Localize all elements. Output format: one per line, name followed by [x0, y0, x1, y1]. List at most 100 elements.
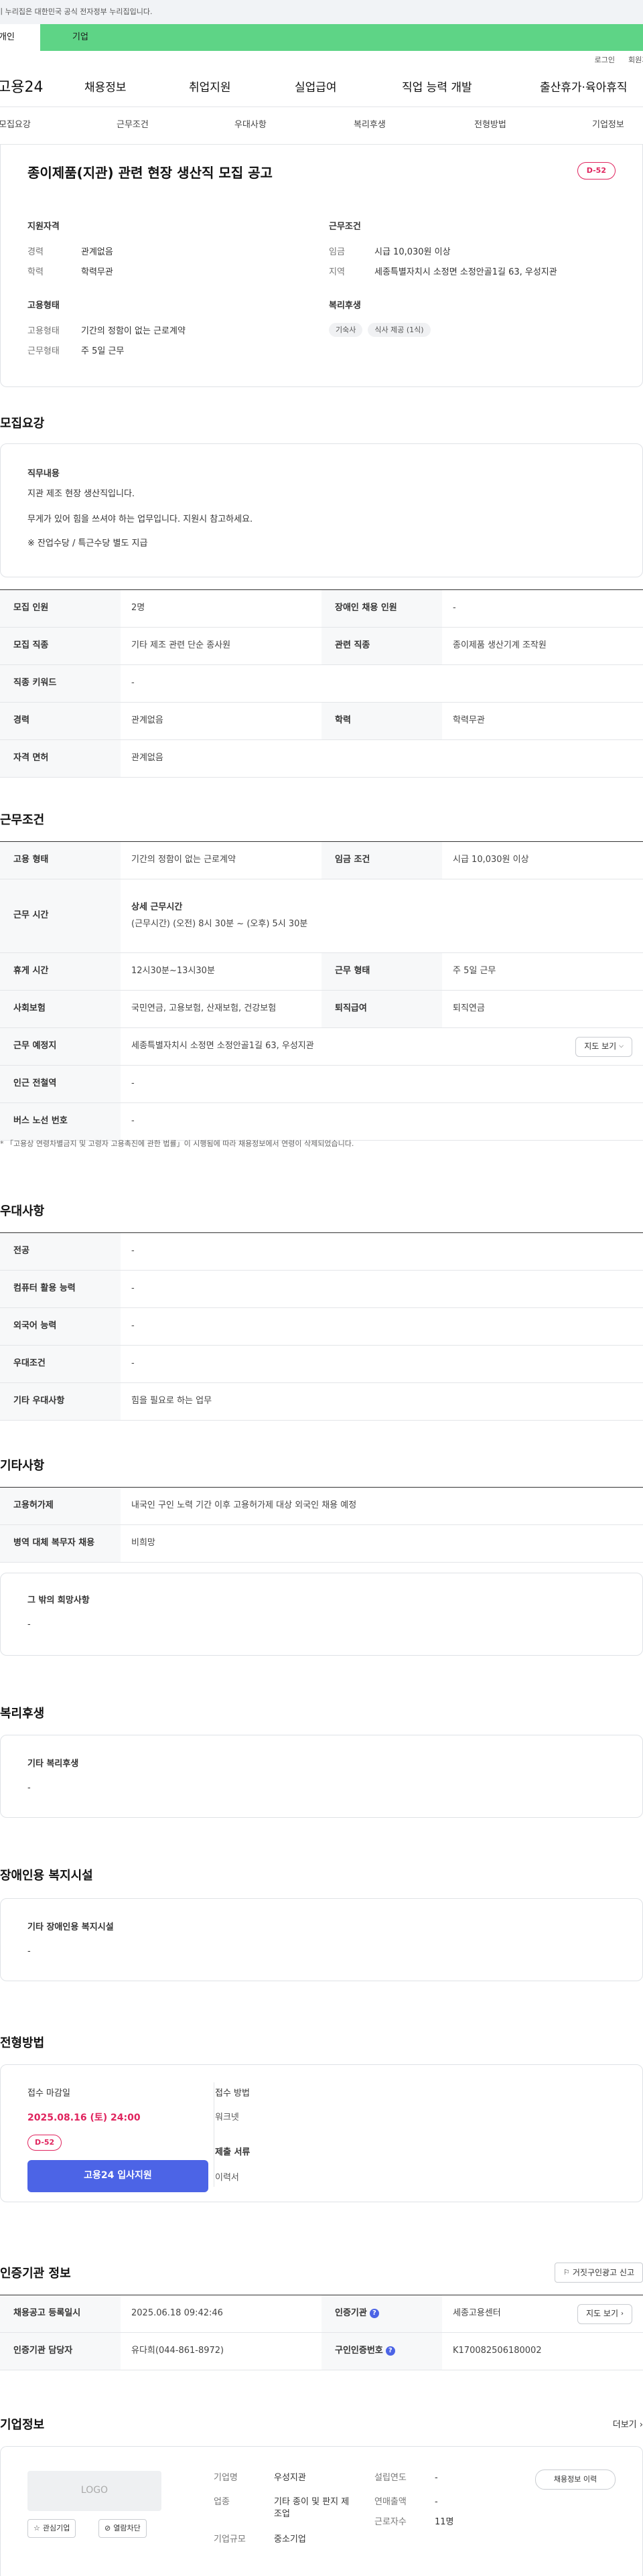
gnb-item-unemployment[interactable]: 실업급여 [295, 80, 402, 96]
welfare-chip: 기숙사 [329, 323, 363, 338]
hiring-history-label: 채용정보 이력 [553, 2475, 597, 2484]
block-view-button[interactable]: ⊘ 열람차단 [98, 2519, 147, 2538]
qual-label-career: 경력 [27, 247, 44, 257]
company-industry-value: 기타 종이 및 판지 제조업 [274, 2497, 350, 2520]
work-insurance-label: 사회보험 [0, 990, 121, 1028]
emp-label-shift: 근무형태 [27, 346, 60, 356]
welfare-chips: 기숙사 식사 제공 (1식) [329, 323, 431, 338]
cert-mgr-value: 유다희(044-861-8972) [121, 2332, 322, 2370]
work-shift-value: 주 5일 근무 [442, 952, 643, 991]
gnb-item-jobs[interactable]: 채용정보 [84, 80, 189, 96]
recruit-headcount-value: 2명 [121, 589, 322, 628]
company-more-link[interactable]: 더보기 › [613, 2419, 643, 2431]
company-info-col2: 설립연도 - 연매출액 - 근로자수 11명 [374, 2472, 454, 2536]
work-hours-subtitle: 상세 근무시간 [131, 902, 183, 913]
recruit-disabled-label: 장애인 채용 인원 [322, 589, 442, 628]
company-est-value: - [435, 2473, 438, 2483]
company-name-value: 우성지관 [274, 2473, 306, 2483]
cert-org-label: 인증기관 [335, 2308, 367, 2319]
method-value: 워크넷 [215, 2113, 239, 2123]
signup-link[interactable]: 회원가입 [628, 55, 643, 65]
recruit-job-value: 기타 제조 관련 단순 종사원 [121, 627, 322, 665]
site-logo-text: 고용24 [0, 79, 44, 96]
apply-button[interactable]: 고용24 입사지원 [27, 2160, 208, 2192]
welfare-box-value: - [27, 1783, 31, 1793]
duty-line: 지관 제조 현장 생산직입니다. [27, 489, 135, 499]
recruit-related-label: 관련 직종 [322, 627, 442, 665]
pref-value: 힘을 필요로 하는 업무 [121, 1382, 643, 1421]
pref-table: 전공 - 컴퓨터 활용 능력 - 외국어 능력 - 우대조건 - 기타 우대사항 힘을 필… [0, 1232, 643, 1421]
job-title: 종이제품(지관) 관련 현장 생산직 모집 공고 [27, 165, 273, 181]
utility-links: 로그인 회원가입 [0, 51, 643, 70]
pref-label: 우대조건 [0, 1345, 121, 1383]
employment-heading: 고용형태 [27, 301, 60, 311]
selection-card: 접수 마감일 2025.08.16 (토) 24:00 D-52 고용24 입사… [0, 2064, 643, 2202]
table-row: 병역 대체 복무자 채용 비희망 [0, 1524, 643, 1563]
subnav-item-conditions[interactable]: 근무조건 [117, 119, 234, 131]
site-logo[interactable]: 고용24 [0, 78, 84, 98]
table-row: 고용허가제 내국인 구인 노력 기간 이후 고용허가제 대상 외국인 채용 예정 [0, 1487, 643, 1525]
map-button-label: 지도 보기 [584, 1042, 617, 1052]
company-sales-value: - [435, 2497, 438, 2507]
work-retire-label: 퇴직급여 [322, 990, 442, 1028]
subnav-item-recruit[interactable]: 모집요강 [0, 119, 117, 131]
etc-table: 고용허가제 내국인 구인 노력 기간 이후 고용허가제 대상 외국인 채용 예정 … [0, 1487, 643, 1563]
deadline-value: 2025.08.16 (토) 24:00 [27, 2113, 141, 2123]
hiring-history-button[interactable]: 채용정보 이력 [535, 2470, 616, 2490]
method-label: 접수 방법 [215, 2088, 250, 2098]
other-wishes-card: 그 밖의 희망사항 - [0, 1573, 643, 1656]
gnb-item-employment-support[interactable]: 취업지원 [189, 80, 295, 96]
favorite-company-button[interactable]: ☆ 관심기업 [27, 2519, 76, 2538]
chevron-right-icon: › [639, 2420, 643, 2430]
subnav-item-selection[interactable]: 전형방법 [474, 119, 592, 131]
cert-map-button[interactable]: 지도 보기 › [577, 2303, 632, 2324]
recruit-license-label: 자격 면허 [0, 739, 121, 778]
work-bus-label: 버스 노선 번호 [0, 1102, 121, 1141]
recruit-keyword-label: 직종 키워드 [0, 664, 121, 703]
recruit-keyword-value: - [121, 664, 643, 703]
tab-individual[interactable]: 개인 [0, 24, 40, 51]
dday-badge: D-52 [577, 162, 616, 180]
login-link[interactable]: 로그인 [595, 55, 615, 65]
company-card: LOGO ☆ 관심기업 ⊘ 열람차단 기업명 우성지관 업종 기타 종이 및 판지 제조… [0, 2446, 643, 2576]
docs-label: 제출 서류 [215, 2147, 251, 2157]
table-row: 외국어 능력 - [0, 1307, 643, 1346]
cert-org-value: 세종고용센터 [453, 2308, 501, 2319]
qualification-heading: 지원자격 [27, 222, 60, 232]
pref-label: 기타 우대사항 [0, 1382, 121, 1421]
conditions-list: 임금 시급 10,030원 이상 지역 세종특별자치시 소정면 소정안골1길 63,… [329, 246, 557, 287]
map-button[interactable]: 지도 보기 ⌵ [575, 1036, 632, 1057]
info-icon[interactable]: ? [385, 2346, 395, 2356]
work-place-value: 세종특별자치시 소정면 소정안골1길 63, 우성지관 [131, 1041, 314, 1052]
recruit-disabled-value: - [442, 589, 643, 628]
gnb-item-training[interactable]: 직업 능력 개발 [402, 80, 540, 96]
subnav-item-company[interactable]: 기업정보 [592, 119, 624, 131]
disability-box-heading: 기타 장애인용 복지시설 [27, 1922, 114, 1932]
subnav-item-welfare[interactable]: 복리후생 [354, 119, 474, 131]
welfare-heading: 복리후생 [329, 301, 361, 311]
emp-label-type: 고용형태 [27, 326, 60, 336]
company-logo-placeholder: LOGO [27, 2471, 161, 2511]
work-emp-value: 기간의 정함이 없는 근로계약 [121, 841, 322, 879]
qual-value-career: 관계없음 [81, 247, 113, 257]
chevron-down-icon: ⌵ [619, 1043, 624, 1050]
selection-dday-badge: D-52 [27, 2135, 62, 2151]
global-nav: 고용24 채용정보 취업지원 실업급여 직업 능력 개발 출산휴가·육아휴직 [0, 70, 643, 107]
table-row: 인근 전철역 - [0, 1065, 643, 1103]
work-insurance-value: 국민연금, 고용보험, 산재보험, 건강보험 [121, 990, 322, 1028]
table-row: 자격 면허 관계없음 [0, 739, 643, 778]
cond-label-wage: 임금 [329, 247, 345, 257]
work-break-label: 휴게 시간 [0, 952, 121, 991]
report-button-label: 거짓구인광고 신고 [572, 2267, 634, 2277]
report-button[interactable]: ⚐ 거짓구인광고 신고 [554, 2263, 643, 2283]
table-row: 모집 직종 기타 제조 관련 단순 종사원 관련 직종 종이제품 생산기계 조작… [0, 627, 643, 665]
other-wishes-heading: 그 밖의 희망사항 [27, 1595, 90, 1605]
gnb-item-parental-leave[interactable]: 출산휴가·육아휴직 [540, 80, 628, 96]
pref-label: 외국어 능력 [0, 1307, 121, 1346]
tab-business[interactable]: 기업 [40, 24, 643, 51]
subnav-item-preference[interactable]: 우대사항 [234, 119, 354, 131]
table-row: 컴퓨터 활용 능력 - [0, 1270, 643, 1308]
recruit-related-value: 종이제품 생산기계 조작원 [442, 627, 643, 665]
info-icon[interactable]: ? [369, 2308, 379, 2318]
pref-value: - [121, 1270, 643, 1308]
